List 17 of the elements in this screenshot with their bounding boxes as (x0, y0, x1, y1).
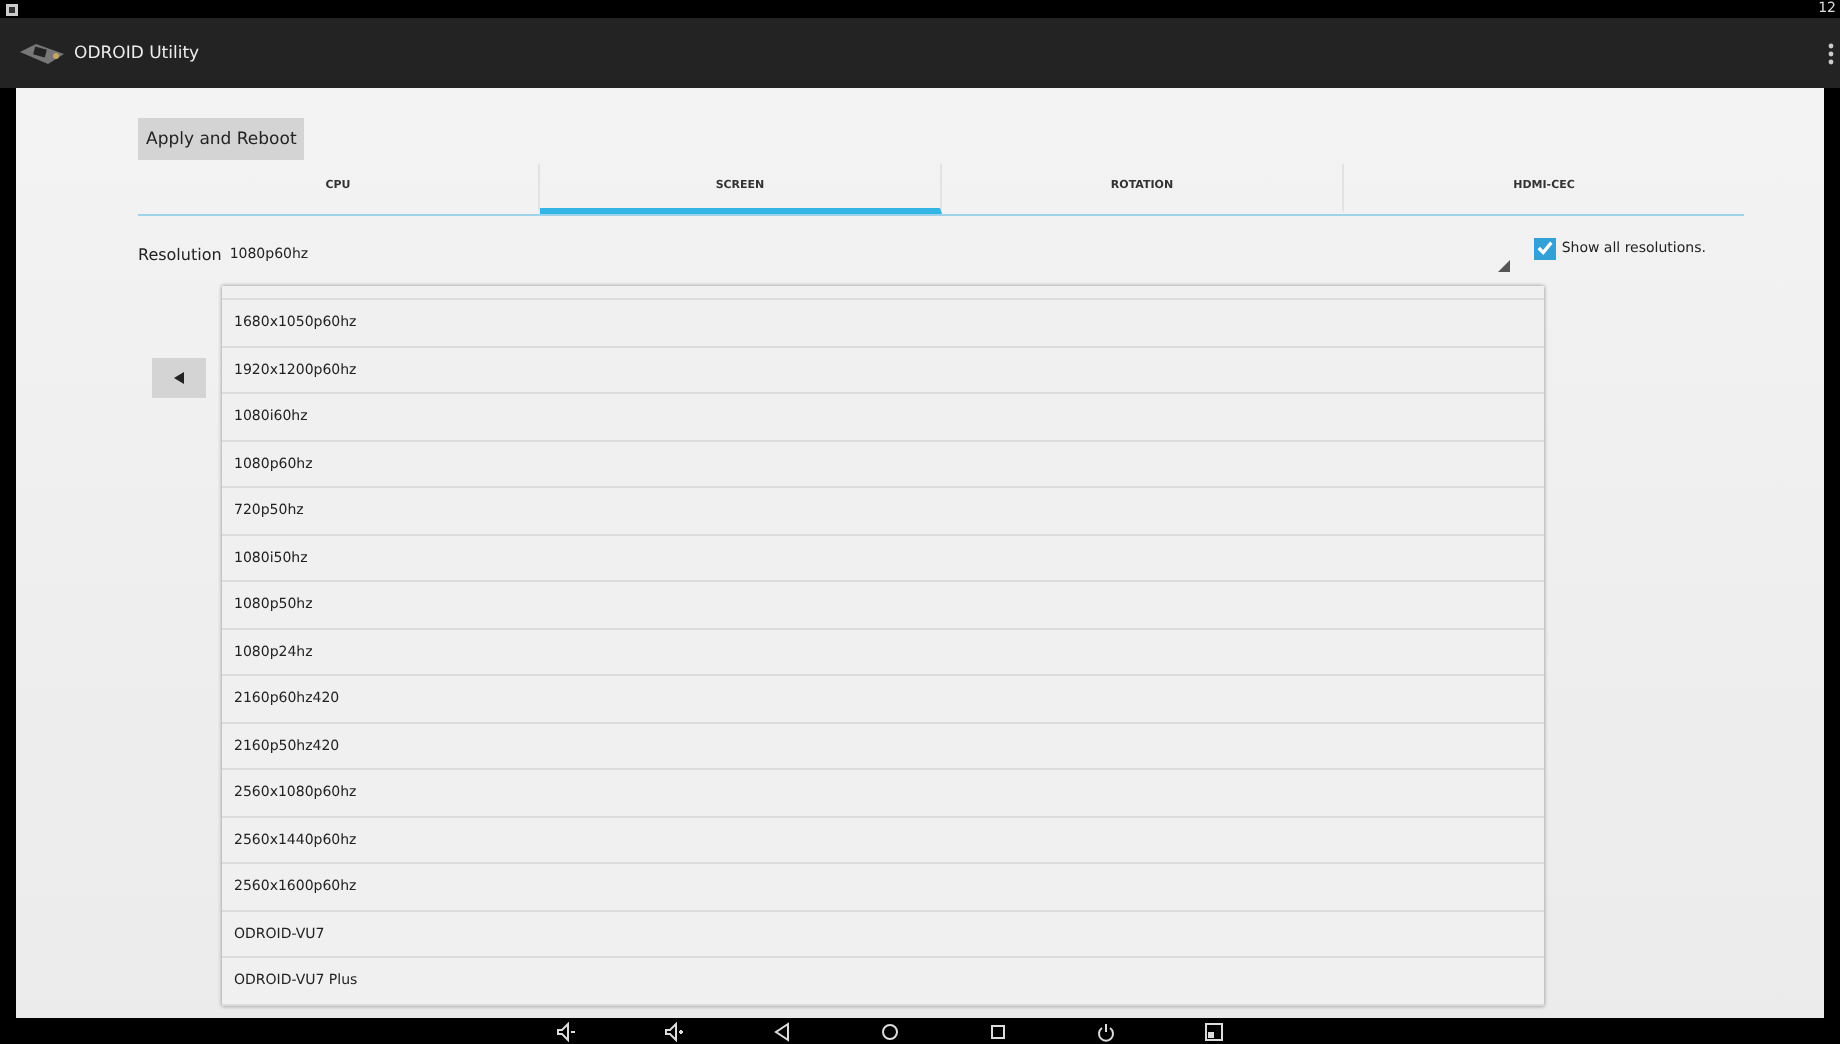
notification-icon (6, 3, 18, 15)
app-title: ODROID Utility (74, 43, 202, 63)
checkbox[interactable] (1533, 237, 1556, 259)
apply-reboot-button[interactable]: Apply and Reboot (138, 118, 305, 160)
home-icon[interactable] (880, 1021, 900, 1041)
screenshot-icon[interactable] (1204, 1021, 1224, 1041)
left-arrow-icon (173, 372, 185, 384)
resolution-label: Resolution (138, 245, 222, 263)
volume-down-icon[interactable] (556, 1021, 576, 1041)
dropdown-corner-icon (1497, 260, 1510, 272)
power-icon[interactable] (1096, 1021, 1116, 1041)
back-icon[interactable] (772, 1021, 792, 1041)
recents-icon[interactable] (988, 1021, 1008, 1041)
board-icon (16, 39, 68, 67)
volume-up-icon[interactable] (664, 1021, 684, 1041)
previous-button[interactable] (152, 358, 206, 398)
overflow-menu-icon[interactable] (1828, 41, 1834, 65)
